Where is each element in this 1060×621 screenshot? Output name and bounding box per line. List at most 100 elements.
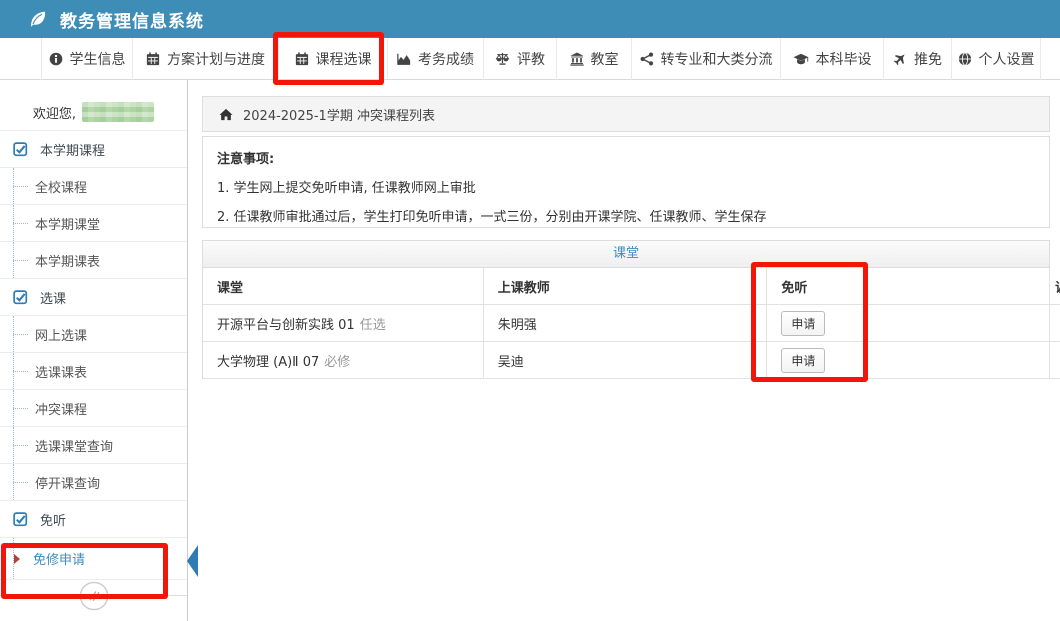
notes-line: 2. 任课教师审批通过后，学生打印免听申请，一式三份，分别由开课学院、任课教师、… [217, 206, 1035, 225]
notes-line: 1. 学生网上提交免听申请, 任课教师网上审批 [217, 177, 1035, 196]
plane-icon [893, 52, 907, 66]
sidebar-item-selection-timetable[interactable]: 选课课表 [0, 353, 187, 390]
sidebar-collapse-arrow-icon[interactable] [187, 545, 198, 577]
sidebar-item-label: 网上选课 [35, 325, 87, 344]
sidebar-item-current-term-timetable[interactable]: 本学期课表 [0, 242, 187, 279]
sidebar-item-current-term-classes[interactable]: 本学期课堂 [0, 205, 187, 242]
sidebar-item-label: 本学期课堂 [35, 214, 100, 233]
breadcrumb-text: 2024-2025-1学期 冲突课程列表 [243, 105, 435, 124]
nav-item-personal-settings[interactable]: 个人设置 [951, 38, 1041, 80]
apply-button[interactable]: 申请 [781, 311, 825, 336]
notes-title: 注意事项: [217, 148, 1035, 167]
course-cell: 大学物理 (A)Ⅱ 07 必修 [203, 342, 484, 378]
table-group-header: 课堂 [202, 240, 1050, 268]
sidebar-section-exempt-listening[interactable]: 免听 [0, 501, 187, 538]
nav-item-label: 转专业和大类分流 [661, 49, 773, 69]
sidebar-item-online-selection[interactable]: 网上选课 [0, 316, 187, 353]
share-icon [640, 52, 654, 66]
nav-item-classroom[interactable]: 教室 [556, 38, 631, 80]
exempt-cell: 申请 [767, 342, 1050, 378]
scales-icon [495, 52, 510, 66]
sidebar: 欢迎您, 本学期课程 全校课程 本学期课堂 本学期课表 选课 网上选课 选课课表… [0, 80, 188, 621]
course-cell: 开源平台与创新实践 01 任选 [203, 305, 484, 341]
checkbox-icon [13, 142, 28, 157]
nav-item-course-selection[interactable]: 课程选课 [278, 38, 387, 80]
sidebar-item-label: 免修申请 [33, 549, 85, 568]
nav-item-major-transfer[interactable]: 转专业和大类分流 [631, 38, 780, 80]
sidebar-section-label: 免听 [40, 510, 66, 529]
globe-icon [958, 52, 972, 66]
welcome-row: 欢迎您, [0, 94, 187, 131]
checkbox-icon [13, 290, 28, 305]
calendar-icon [295, 52, 309, 66]
nav-item-label: 教室 [591, 49, 619, 69]
course-type-tag: 必修 [324, 351, 350, 370]
welcome-label: 欢迎您, [33, 103, 76, 122]
calendar-icon [146, 52, 160, 66]
nav-item-student-info[interactable]: 学生信息 [41, 38, 132, 80]
conflict-course-table: 课堂 课堂 上课教师 免听 课 开源平台与创新实践 01 任选 朱明强 申请 大… [202, 240, 1060, 382]
clipped-cell [1050, 342, 1060, 378]
nav-item-plan-progress[interactable]: 方案计划与进度 [132, 38, 278, 80]
nav-item-label: 评教 [517, 49, 545, 69]
table-row: 大学物理 (A)Ⅱ 07 必修 吴迪 申请 [203, 342, 1060, 379]
nav-item-label: 个人设置 [979, 49, 1035, 69]
home-icon[interactable] [219, 108, 233, 121]
sidebar-footer [0, 580, 187, 612]
nav-item-label: 课程选课 [316, 49, 372, 69]
sidebar-item-conflict-courses[interactable]: 冲突课程 [0, 390, 187, 427]
redacted-username [82, 102, 154, 122]
table-header-row: 课堂 上课教师 免听 课 [203, 268, 1060, 305]
sidebar-section-label: 选课 [40, 288, 66, 307]
nav-item-label: 考务成绩 [418, 49, 474, 69]
teacher-cell: 吴迪 [484, 342, 768, 378]
nav-item-label: 推免 [914, 49, 942, 69]
app-header: 教务管理信息系统 [0, 0, 1060, 38]
clipped-cell [1050, 305, 1060, 341]
sidebar-section-course-selection[interactable]: 选课 [0, 279, 187, 316]
apply-button[interactable]: 申请 [781, 348, 825, 373]
course-type-tag: 任选 [360, 314, 386, 333]
active-bullet-icon [14, 554, 20, 564]
sidebar-item-label: 选课课表 [35, 362, 87, 381]
nav-item-recommendation-exemption[interactable]: 推免 [883, 38, 951, 80]
edu-admin-system-page: { "app": { "title": "教务管理信息系统" }, "color… [0, 0, 1060, 621]
app-title: 教务管理信息系统 [60, 7, 204, 32]
nav-item-label: 方案计划与进度 [167, 49, 265, 69]
sidebar-section-label: 本学期课程 [40, 140, 105, 159]
nav-item-exam-scores[interactable]: 考务成绩 [387, 38, 483, 80]
column-header-exempt: 免听 [767, 268, 1050, 304]
sidebar-section-current-term-courses[interactable]: 本学期课程 [0, 131, 187, 168]
notes-box: 注意事项: 1. 学生网上提交免听申请, 任课教师网上审批 2. 任课教师审批通… [202, 136, 1050, 228]
exempt-cell: 申请 [767, 305, 1050, 341]
checkbox-icon [13, 512, 28, 527]
nav-item-label: 学生信息 [70, 49, 126, 69]
sidebar-item-cancelled-course-query[interactable]: 停开课查询 [0, 464, 187, 501]
course-name: 大学物理 (A)Ⅱ 07 [217, 351, 319, 370]
leaf-logo-icon [28, 9, 48, 29]
sidebar-item-label: 本学期课表 [35, 251, 100, 270]
course-name: 开源平台与创新实践 01 [217, 314, 355, 333]
graduation-cap-icon [793, 52, 809, 66]
sidebar-item-label: 冲突课程 [35, 399, 87, 418]
nav-item-undergrad-thesis[interactable]: 本科毕设 [780, 38, 883, 80]
breadcrumb: 2024-2025-1学期 冲突课程列表 [202, 96, 1050, 132]
table-row: 开源平台与创新实践 01 任选 朱明强 申请 [203, 305, 1060, 342]
bank-icon [570, 52, 584, 66]
info-icon [49, 52, 63, 66]
column-header-classroom: 课堂 [203, 268, 484, 304]
area-chart-icon [397, 52, 411, 66]
column-header-teacher: 上课教师 [484, 268, 768, 304]
sidebar-item-selected-class-query[interactable]: 选课课堂查询 [0, 427, 187, 464]
sidebar-item-label: 全校课程 [35, 177, 87, 196]
sidebar-item-label: 选课课堂查询 [35, 436, 113, 455]
nav-item-label: 本科毕设 [816, 49, 872, 69]
teacher-cell: 朱明强 [484, 305, 768, 341]
sidebar-item-label: 停开课查询 [35, 473, 100, 492]
nav-item-teaching-evaluation[interactable]: 评教 [483, 38, 556, 80]
column-header-clipped: 课 [1050, 268, 1060, 304]
sidebar-item-exemption-application[interactable]: 免修申请 [0, 538, 187, 580]
main-navbar: 学生信息 方案计划与进度 课程选课 考务成绩 评教 教室 转专业和大类分流 本科… [0, 38, 1060, 80]
edit-pencil-icon[interactable] [79, 581, 109, 611]
sidebar-item-all-school-courses[interactable]: 全校课程 [0, 168, 187, 205]
